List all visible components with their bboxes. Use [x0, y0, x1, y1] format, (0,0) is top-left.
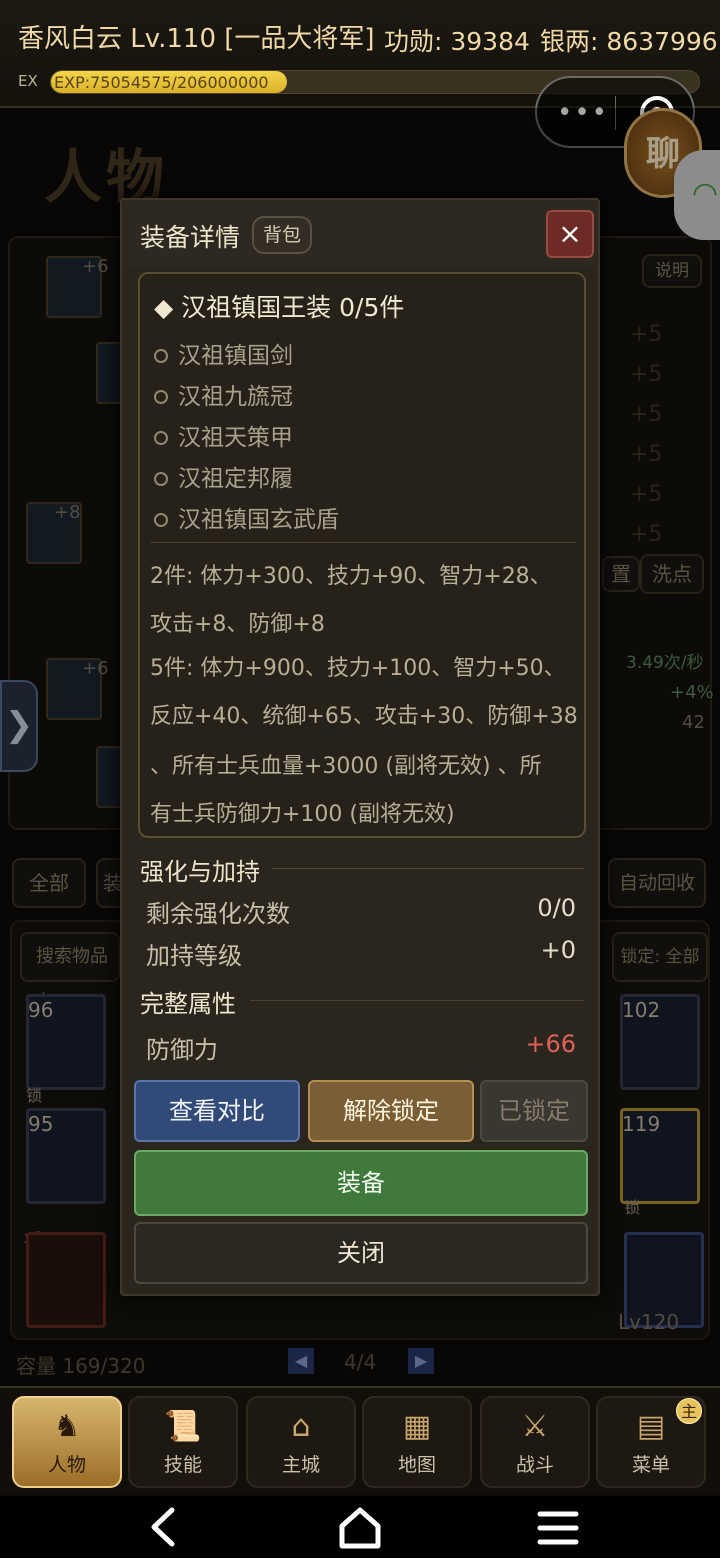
compare-button[interactable]: 查看对比: [134, 1080, 300, 1142]
set-info-box: ◆ 汉祖镇国王装 0/5件 汉祖镇国剑 汉祖九旒冠 汉祖天策甲 汉祖定邦履 汉祖…: [138, 272, 586, 838]
close-button[interactable]: 关闭: [134, 1222, 588, 1284]
nav-label: 主城: [281, 1454, 320, 1476]
recent-apps-icon[interactable]: [528, 1502, 588, 1552]
nav-battle[interactable]: ⚔ 战斗: [480, 1396, 590, 1488]
back-icon[interactable]: [134, 1502, 194, 1552]
circle-icon: [154, 472, 168, 486]
bag-button[interactable]: 背包: [252, 216, 312, 254]
bless-level-label: 加持等级: [146, 942, 242, 970]
full-attributes-title: 完整属性: [140, 990, 236, 1018]
divider: [150, 542, 576, 543]
close-icon[interactable]: ×: [546, 210, 594, 258]
defense-label: 防御力: [146, 1036, 218, 1064]
set-name: ◆ 汉祖镇国王装 0/5件: [154, 293, 405, 322]
equipment-detail-dialog: 装备详情 背包 × ◆ 汉祖镇国王装 0/5件 汉祖镇国剑 汉祖九旒冠 汉祖天策…: [120, 198, 600, 1296]
equip-button[interactable]: 装备: [134, 1150, 588, 1216]
set-item-label: 汉祖天策甲: [178, 425, 293, 451]
circle-icon: [154, 390, 168, 404]
ex-label: EX: [18, 72, 38, 90]
exp-text: EXP:75054575/206000000: [54, 73, 269, 92]
nav-character[interactable]: ♞ 人物: [12, 1396, 122, 1488]
set-bonus-line: 反应+40、统御+65、攻击+30、防御+38: [150, 704, 578, 729]
home-icon[interactable]: [330, 1502, 390, 1552]
set-bonus-line: 有士兵防御力+100 (副将无效): [150, 802, 455, 827]
set-bonus-line: 5件: 体力+900、技力+100、智力+50、: [150, 656, 566, 681]
set-bonus-line: 攻击+8、防御+8: [150, 612, 325, 637]
merit-value: 功勋: 39384: [384, 27, 530, 56]
set-bonus-line: 、所有士兵血量+3000 (副将无效) 、所: [150, 754, 542, 779]
nav-label: 地图: [397, 1454, 436, 1476]
set-item-label: 汉祖定邦履: [178, 466, 293, 492]
nav-label: 战斗: [515, 1454, 554, 1476]
set-item-label: 汉祖镇国玄武盾: [178, 507, 339, 533]
nav-label: 菜单: [631, 1454, 670, 1476]
divider: [272, 868, 584, 869]
remaining-enhance-value: 0/0: [537, 894, 576, 922]
dialog-title: 装备详情: [140, 223, 241, 252]
bottom-nav: ♞ 人物 📜 技能 ⌂ 主城 ▦ 地图 ⚔ 战斗 ▤ 菜单: [0, 1386, 720, 1494]
enhance-section-title: 强化与加持: [140, 858, 260, 886]
nav-skills[interactable]: 📜 技能: [128, 1396, 238, 1488]
map-icon: ▦: [402, 1409, 432, 1444]
menu-badge: 主: [676, 1398, 702, 1424]
silver-value: 银两: 86379961: [540, 27, 720, 56]
set-item: 汉祖镇国玄武盾: [154, 500, 339, 534]
dialog-header: 装备详情 背包 ×: [122, 200, 598, 266]
set-item: 汉祖天策甲: [154, 418, 293, 452]
unlock-button[interactable]: 解除锁定: [308, 1080, 474, 1142]
circle-icon: [154, 431, 168, 445]
set-item: 汉祖定邦履: [154, 459, 293, 493]
character-icon: ♞: [53, 1409, 81, 1444]
set-item: 汉祖九旒冠: [154, 377, 293, 411]
player-name-level: 香风白云 Lv.110 [一品大将军]: [18, 24, 375, 54]
set-item: 汉祖镇国剑: [154, 336, 293, 370]
city-icon: ⌂: [291, 1409, 311, 1444]
nav-label: 人物: [47, 1454, 86, 1476]
set-item-label: 汉祖九旒冠: [178, 384, 293, 410]
defense-value: +66: [525, 1030, 576, 1058]
remaining-enhance-label: 剩余强化次数: [146, 900, 290, 928]
circle-icon: [154, 513, 168, 527]
set-bonus-line: 2件: 体力+300、技力+90、智力+28、: [150, 564, 552, 589]
set-item-label: 汉祖镇国剑: [178, 343, 293, 369]
bless-level-value: +0: [540, 936, 576, 964]
circle-icon: [154, 349, 168, 363]
crossed-swords-icon: ⚔: [521, 1409, 549, 1444]
locked-button[interactable]: 已锁定: [480, 1080, 588, 1142]
nav-label: 技能: [163, 1454, 202, 1476]
divider: [250, 1000, 584, 1001]
nav-map[interactable]: ▦ 地图: [362, 1396, 472, 1488]
skill-scroll-icon: 📜: [164, 1409, 202, 1444]
system-nav-bar: [0, 1496, 720, 1558]
nav-city[interactable]: ⌂ 主城: [246, 1396, 356, 1488]
